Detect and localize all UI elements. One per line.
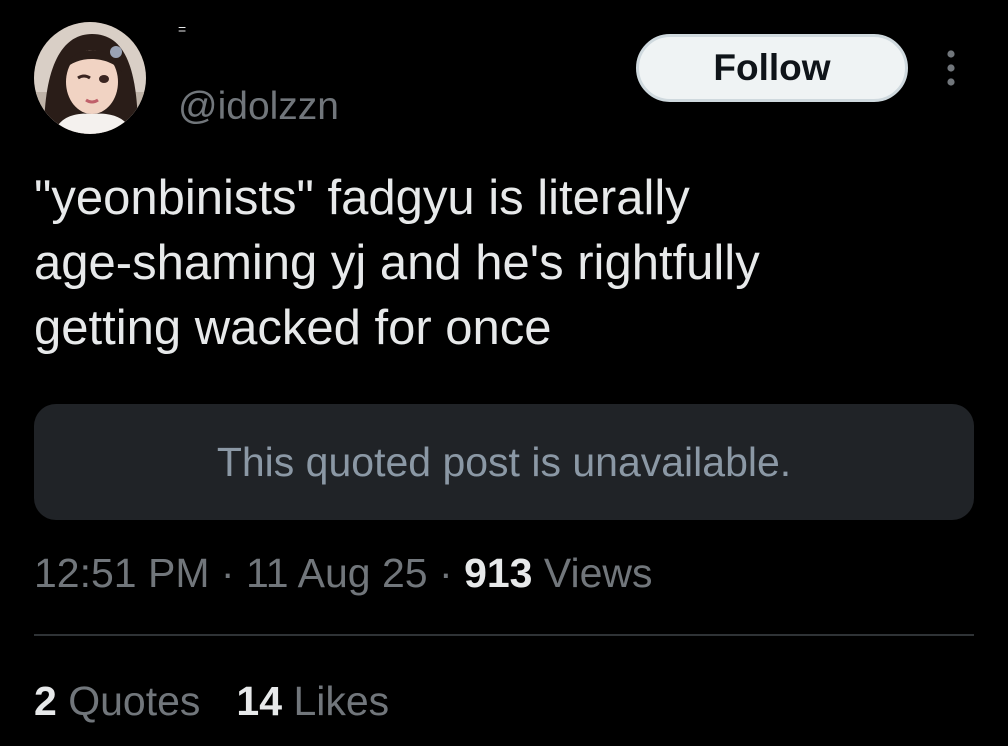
tweet-text-line: "yeonbinists" fadgyu is literally — [34, 171, 690, 225]
author-handle[interactable]: @idolzzn — [178, 84, 339, 130]
display-name[interactable]: = — [178, 22, 186, 36]
tweet-time[interactable]: 12:51 PM — [34, 550, 210, 596]
divider — [34, 634, 974, 636]
quoted-post-unavailable-text: This quoted post is unavailable. — [216, 438, 792, 485]
follow-button[interactable]: Follow — [636, 34, 908, 102]
engagement-stats: 2 Quotes 14 Likes — [34, 676, 389, 726]
tweet-text-line: getting wacked for once — [34, 301, 552, 355]
follow-button-label: Follow — [713, 47, 831, 88]
quotes-label: Quotes — [68, 678, 201, 724]
likes-label: Likes — [293, 678, 390, 724]
tweet-date[interactable]: 11 Aug 25 — [246, 550, 428, 596]
likes-stat[interactable]: 14 Likes — [236, 676, 389, 726]
tweet-meta: 12:51 PM · 11 Aug 25 · 913 Views — [34, 548, 653, 598]
quotes-stat[interactable]: 2 Quotes — [34, 676, 200, 726]
meta-separator: · — [439, 550, 453, 596]
views-label: Views — [543, 550, 653, 596]
meta-separator: · — [220, 550, 235, 596]
quotes-count: 2 — [34, 678, 57, 724]
more-options-icon[interactable] — [944, 48, 958, 88]
tweet-text-line: age-shaming yj and he's rightfully — [34, 236, 760, 290]
avatar[interactable] — [34, 22, 146, 134]
quoted-post-card: This quoted post is unavailable. — [34, 404, 974, 520]
profile-photo-icon — [34, 22, 146, 134]
likes-count: 14 — [236, 678, 283, 724]
tweet-text: "yeonbinists" fadgyu is literally age-sh… — [34, 166, 984, 361]
views-count: 913 — [464, 550, 533, 596]
